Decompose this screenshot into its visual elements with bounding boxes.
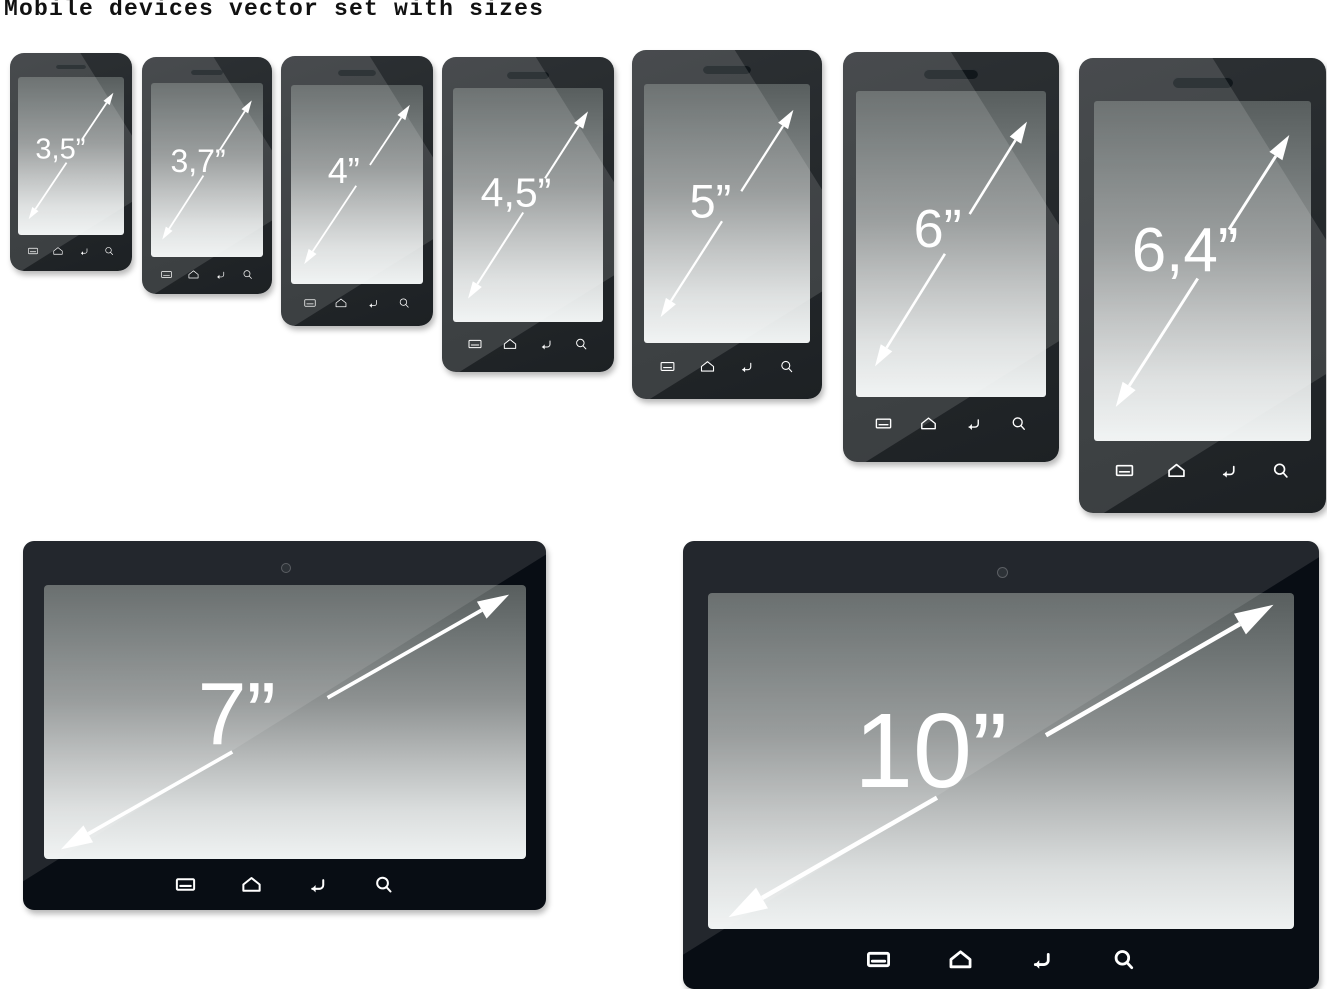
earpiece-speaker <box>1172 77 1233 88</box>
page-title: Mobile devices vector set with sizes <box>4 0 545 22</box>
device-phone-6[interactable]: 6” <box>843 52 1059 462</box>
navigation-bar <box>153 863 416 905</box>
screen-size-label: 10” <box>854 691 1008 810</box>
home-icon[interactable] <box>699 358 716 375</box>
front-camera-icon <box>280 563 291 573</box>
navigation-bar <box>294 286 420 319</box>
navigation-bar <box>20 237 122 265</box>
device-screen[interactable]: 4,5” <box>453 88 603 322</box>
device-phone-3-7[interactable]: 3,7” <box>142 57 272 294</box>
home-icon[interactable] <box>187 268 200 281</box>
front-camera-icon <box>996 567 1008 578</box>
menu-icon[interactable] <box>874 414 893 433</box>
search-icon[interactable] <box>1009 414 1028 433</box>
menu-icon[interactable] <box>303 296 317 310</box>
back-icon[interactable] <box>78 245 90 257</box>
earpiece-speaker <box>507 71 549 79</box>
search-icon[interactable] <box>1270 460 1291 481</box>
screen-size-label: 4,5” <box>480 169 552 216</box>
device-screen[interactable]: 7” <box>44 585 526 859</box>
menu-icon[interactable] <box>467 336 483 352</box>
screen-size-label: 3,7” <box>170 143 226 180</box>
navigation-bar <box>861 400 1041 447</box>
navigation-bar <box>457 325 599 362</box>
search-icon[interactable] <box>397 296 411 310</box>
back-icon[interactable] <box>538 336 554 352</box>
device-tablet-10[interactable]: 10” <box>683 541 1319 989</box>
device-screen[interactable]: 10” <box>708 593 1294 929</box>
device-phone-5[interactable]: 5” <box>632 50 822 399</box>
screen-size-label: 3,5” <box>35 133 86 166</box>
screen-size-label: 7” <box>197 663 276 763</box>
home-icon[interactable] <box>334 296 348 310</box>
menu-icon[interactable] <box>1114 460 1135 481</box>
screen-size-label: 6” <box>913 198 962 259</box>
device-screen[interactable]: 6” <box>856 91 1046 397</box>
device-screen[interactable]: 6,4” <box>1094 101 1311 441</box>
menu-icon[interactable] <box>174 873 197 896</box>
navigation-bar <box>648 346 806 387</box>
back-icon[interactable] <box>1218 460 1239 481</box>
search-icon[interactable] <box>372 873 395 896</box>
back-icon[interactable] <box>738 358 755 375</box>
back-icon[interactable] <box>1028 946 1055 973</box>
earpiece-speaker <box>191 69 223 75</box>
earpiece-speaker <box>56 64 86 69</box>
menu-icon[interactable] <box>160 268 173 281</box>
navigation-bar <box>1099 444 1306 497</box>
back-icon[interactable] <box>366 296 380 310</box>
device-screen[interactable]: 3,5” <box>18 77 124 235</box>
device-screen[interactable]: 3,7” <box>151 83 263 257</box>
home-icon[interactable] <box>919 414 938 433</box>
search-icon[interactable] <box>1110 946 1137 973</box>
earpiece-speaker <box>703 65 751 74</box>
device-phone-4-5[interactable]: 4,5” <box>442 57 614 372</box>
search-icon[interactable] <box>573 336 589 352</box>
home-icon[interactable] <box>240 873 263 896</box>
navigation-bar <box>153 259 261 289</box>
back-icon[interactable] <box>964 414 983 433</box>
menu-icon[interactable] <box>27 245 39 257</box>
device-tablet-7[interactable]: 7” <box>23 541 546 910</box>
screen-size-label: 5” <box>689 174 732 228</box>
search-icon[interactable] <box>103 245 115 257</box>
home-icon[interactable] <box>947 946 974 973</box>
menu-icon[interactable] <box>865 946 892 973</box>
earpiece-speaker <box>924 69 978 79</box>
back-icon[interactable] <box>214 268 227 281</box>
device-phone-3-5[interactable]: 3,5” <box>10 53 132 271</box>
navigation-bar <box>838 933 1164 985</box>
screen-size-label: 6,4” <box>1131 215 1239 285</box>
device-phone-6-4[interactable]: 6,4” <box>1079 58 1326 513</box>
search-icon[interactable] <box>778 358 795 375</box>
search-icon[interactable] <box>241 268 254 281</box>
home-icon[interactable] <box>502 336 518 352</box>
screen-size-label: 4” <box>327 149 360 191</box>
device-phone-4[interactable]: 4” <box>281 56 433 326</box>
diagonal-measure-arrow <box>60 594 510 850</box>
earpiece-speaker <box>338 69 376 76</box>
device-screen[interactable]: 5” <box>644 84 810 343</box>
menu-icon[interactable] <box>659 358 676 375</box>
back-icon[interactable] <box>306 873 329 896</box>
home-icon[interactable] <box>52 245 64 257</box>
device-screen[interactable]: 4” <box>291 85 423 284</box>
home-icon[interactable] <box>1166 460 1187 481</box>
